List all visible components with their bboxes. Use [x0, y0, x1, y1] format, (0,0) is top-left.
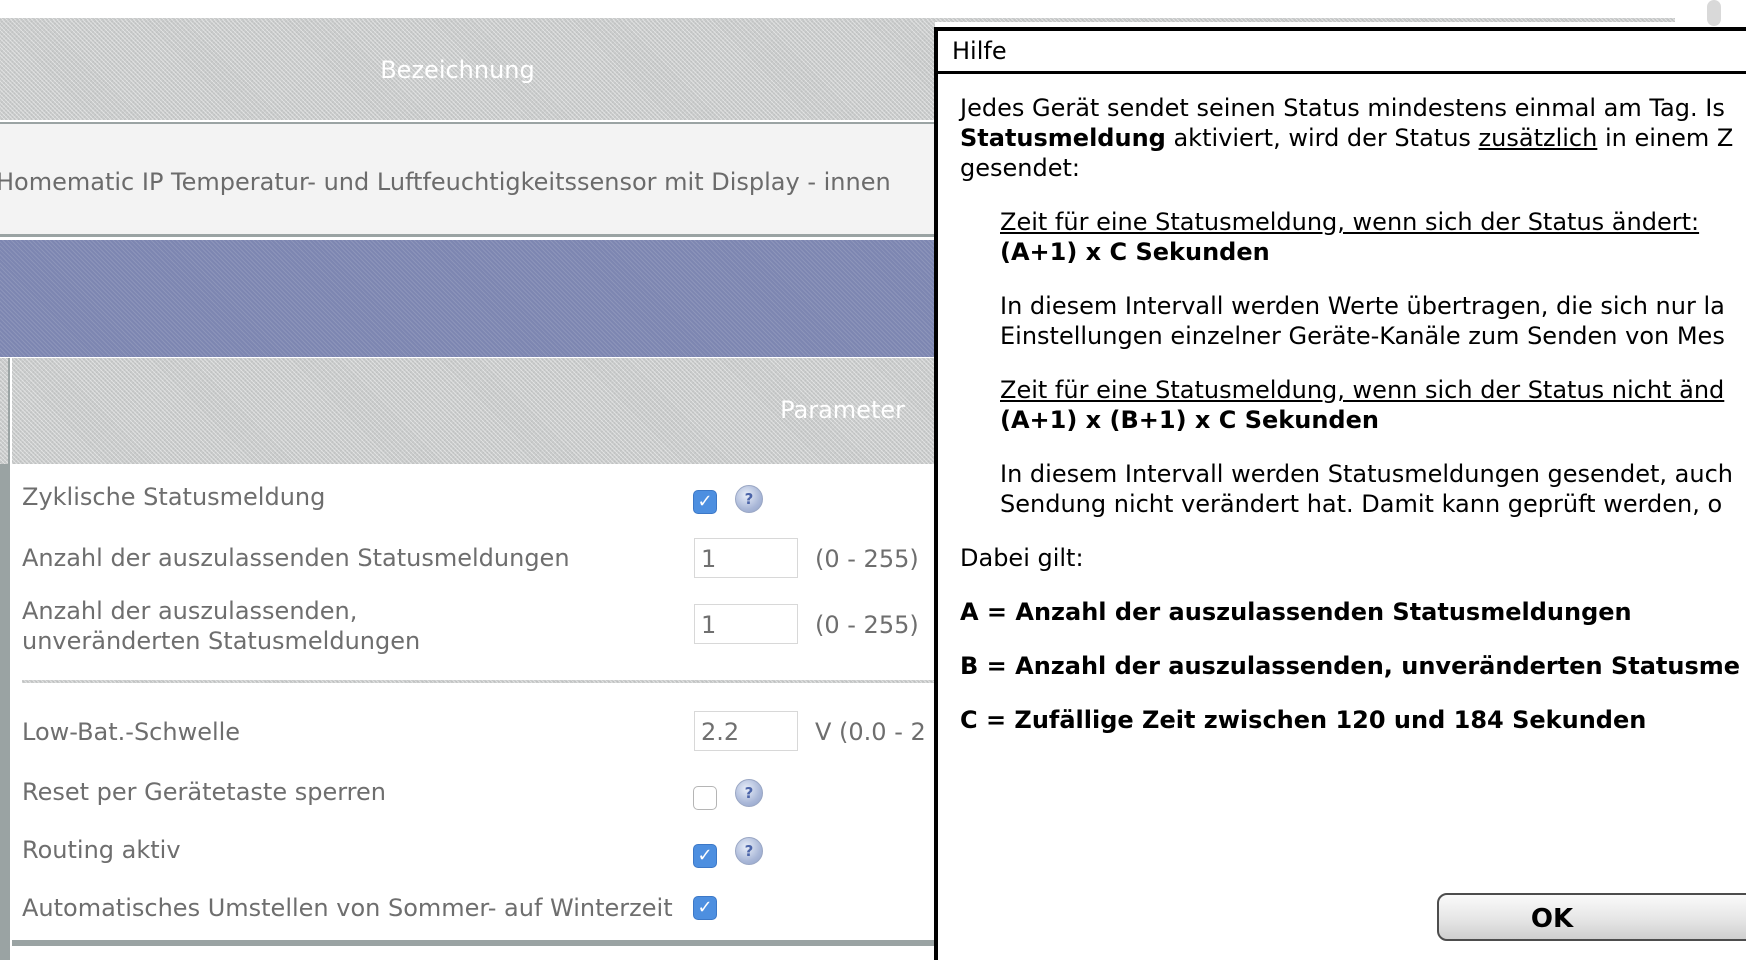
help-text-bold: Statusmeldung [960, 124, 1166, 152]
left-border-hatch [0, 358, 8, 464]
table-bottom-border [12, 940, 935, 946]
parameter-separator [22, 680, 935, 683]
help-icon[interactable]: ? [735, 779, 763, 807]
help-text-line: Jedes Gerät sendet seinen Status mindest… [960, 94, 1725, 122]
param-reset-checkbox[interactable] [693, 786, 717, 810]
param-skip-unchanged-range: (0 - 255) [815, 611, 919, 639]
checkmark-icon: ✓ [697, 897, 713, 918]
help-text: in einem Z [1597, 124, 1734, 152]
help-formula: (A+1) x C Sekunden [1000, 238, 1270, 266]
scrollbar-thumb[interactable] [1707, 0, 1721, 26]
param-dst-label: Automatisches Umstellen von Sommer- auf … [22, 894, 673, 922]
device-name: Homematic IP Temperatur- und Luftfeuchti… [0, 168, 891, 196]
dialog-titlebar[interactable]: Hilfe [938, 31, 1746, 74]
column-header-parameter: Parameter [12, 358, 935, 464]
help-text: aktiviert, wird der Status [1165, 124, 1479, 152]
checkmark-icon: ✓ [697, 491, 713, 512]
help-icon[interactable]: ? [735, 485, 763, 513]
checkmark-icon: ✓ [697, 845, 713, 866]
column-header-name-label: Bezeichnung [380, 56, 535, 84]
dialog-content: Jedes Gerät sendet seinen Status mindest… [960, 93, 1746, 735]
help-definition-a: A = Anzahl der auszulassenden Statusmeld… [960, 598, 1632, 626]
help-definition-c: C = Zufällige Zeit zwischen 120 und 184 … [960, 706, 1647, 734]
top-strip [0, 0, 1675, 20]
param-skip-unchanged-input[interactable]: 1 [694, 604, 798, 644]
param-skip-range: (0 - 255) [815, 545, 919, 573]
ok-button[interactable]: OK [1437, 893, 1746, 941]
param-reset-label: Reset per Gerätetaste sperren [22, 778, 386, 806]
help-text-line: In diesem Intervall werden Werte übertra… [1000, 292, 1725, 320]
help-text-line: In diesem Intervall werden Statusmeldung… [1000, 460, 1734, 488]
help-text-underline: zusätzlich [1478, 124, 1598, 152]
channel-band [0, 240, 935, 357]
param-cyclic-checkbox[interactable]: ✓ [693, 490, 717, 514]
help-section-nochange: Zeit für eine Statusmeldung, wenn sich d… [960, 375, 1746, 519]
param-lowbat-input[interactable]: 2.2 [694, 711, 798, 751]
param-lowbat-label: Low-Bat.-Schwelle [22, 718, 241, 746]
help-heading: Zeit für eine Statusmeldung, wenn sich d… [1000, 376, 1725, 404]
help-text-line: Statusmeldung aktiviert, wird der Status… [960, 123, 1746, 153]
param-skip-input[interactable]: 1 [694, 538, 798, 578]
param-routing-checkbox[interactable]: ✓ [693, 844, 717, 868]
help-formula: (A+1) x (B+1) x C Sekunden [1000, 406, 1379, 434]
column-header-parameter-label: Parameter [780, 396, 905, 424]
help-heading: Zeit für eine Statusmeldung, wenn sich d… [1000, 208, 1700, 236]
param-cyclic-label: Zyklische Statusmeldung [22, 483, 326, 511]
help-definition-b: B = Anzahl der auszulassenden, unverände… [960, 652, 1741, 680]
param-routing-label: Routing aktiv [22, 836, 181, 864]
left-border [0, 358, 10, 960]
help-text-line: Sendung nicht verändert hat. Damit kann … [1000, 490, 1723, 518]
help-text-line: Dabei gilt: [960, 544, 1084, 572]
help-text-line: Einstellungen einzelner Geräte-Kanäle zu… [1000, 322, 1725, 350]
param-skip-unchanged-label-2: unveränderten Statusmeldungen [22, 627, 421, 655]
param-skip-unchanged-label-1: Anzahl der auszulassenden, [22, 597, 358, 625]
help-section-change: Zeit für eine Statusmeldung, wenn sich d… [960, 207, 1746, 351]
dialog-title: Hilfe [952, 37, 1007, 65]
help-text-line: gesendet: [960, 154, 1080, 182]
param-skip-label: Anzahl der auszulassenden Statusmeldunge… [22, 544, 570, 572]
device-row: Homematic IP Temperatur- und Luftfeuchti… [0, 122, 935, 237]
column-header-name: Bezeichnung [0, 20, 935, 120]
help-icon[interactable]: ? [735, 837, 763, 865]
ok-button-label: OK [1530, 904, 1574, 934]
help-dialog: Hilfe Jedes Gerät sendet seinen Status m… [934, 27, 1746, 960]
param-dst-checkbox[interactable]: ✓ [693, 896, 717, 920]
param-lowbat-range: V (0.0 - 2 [815, 718, 926, 746]
